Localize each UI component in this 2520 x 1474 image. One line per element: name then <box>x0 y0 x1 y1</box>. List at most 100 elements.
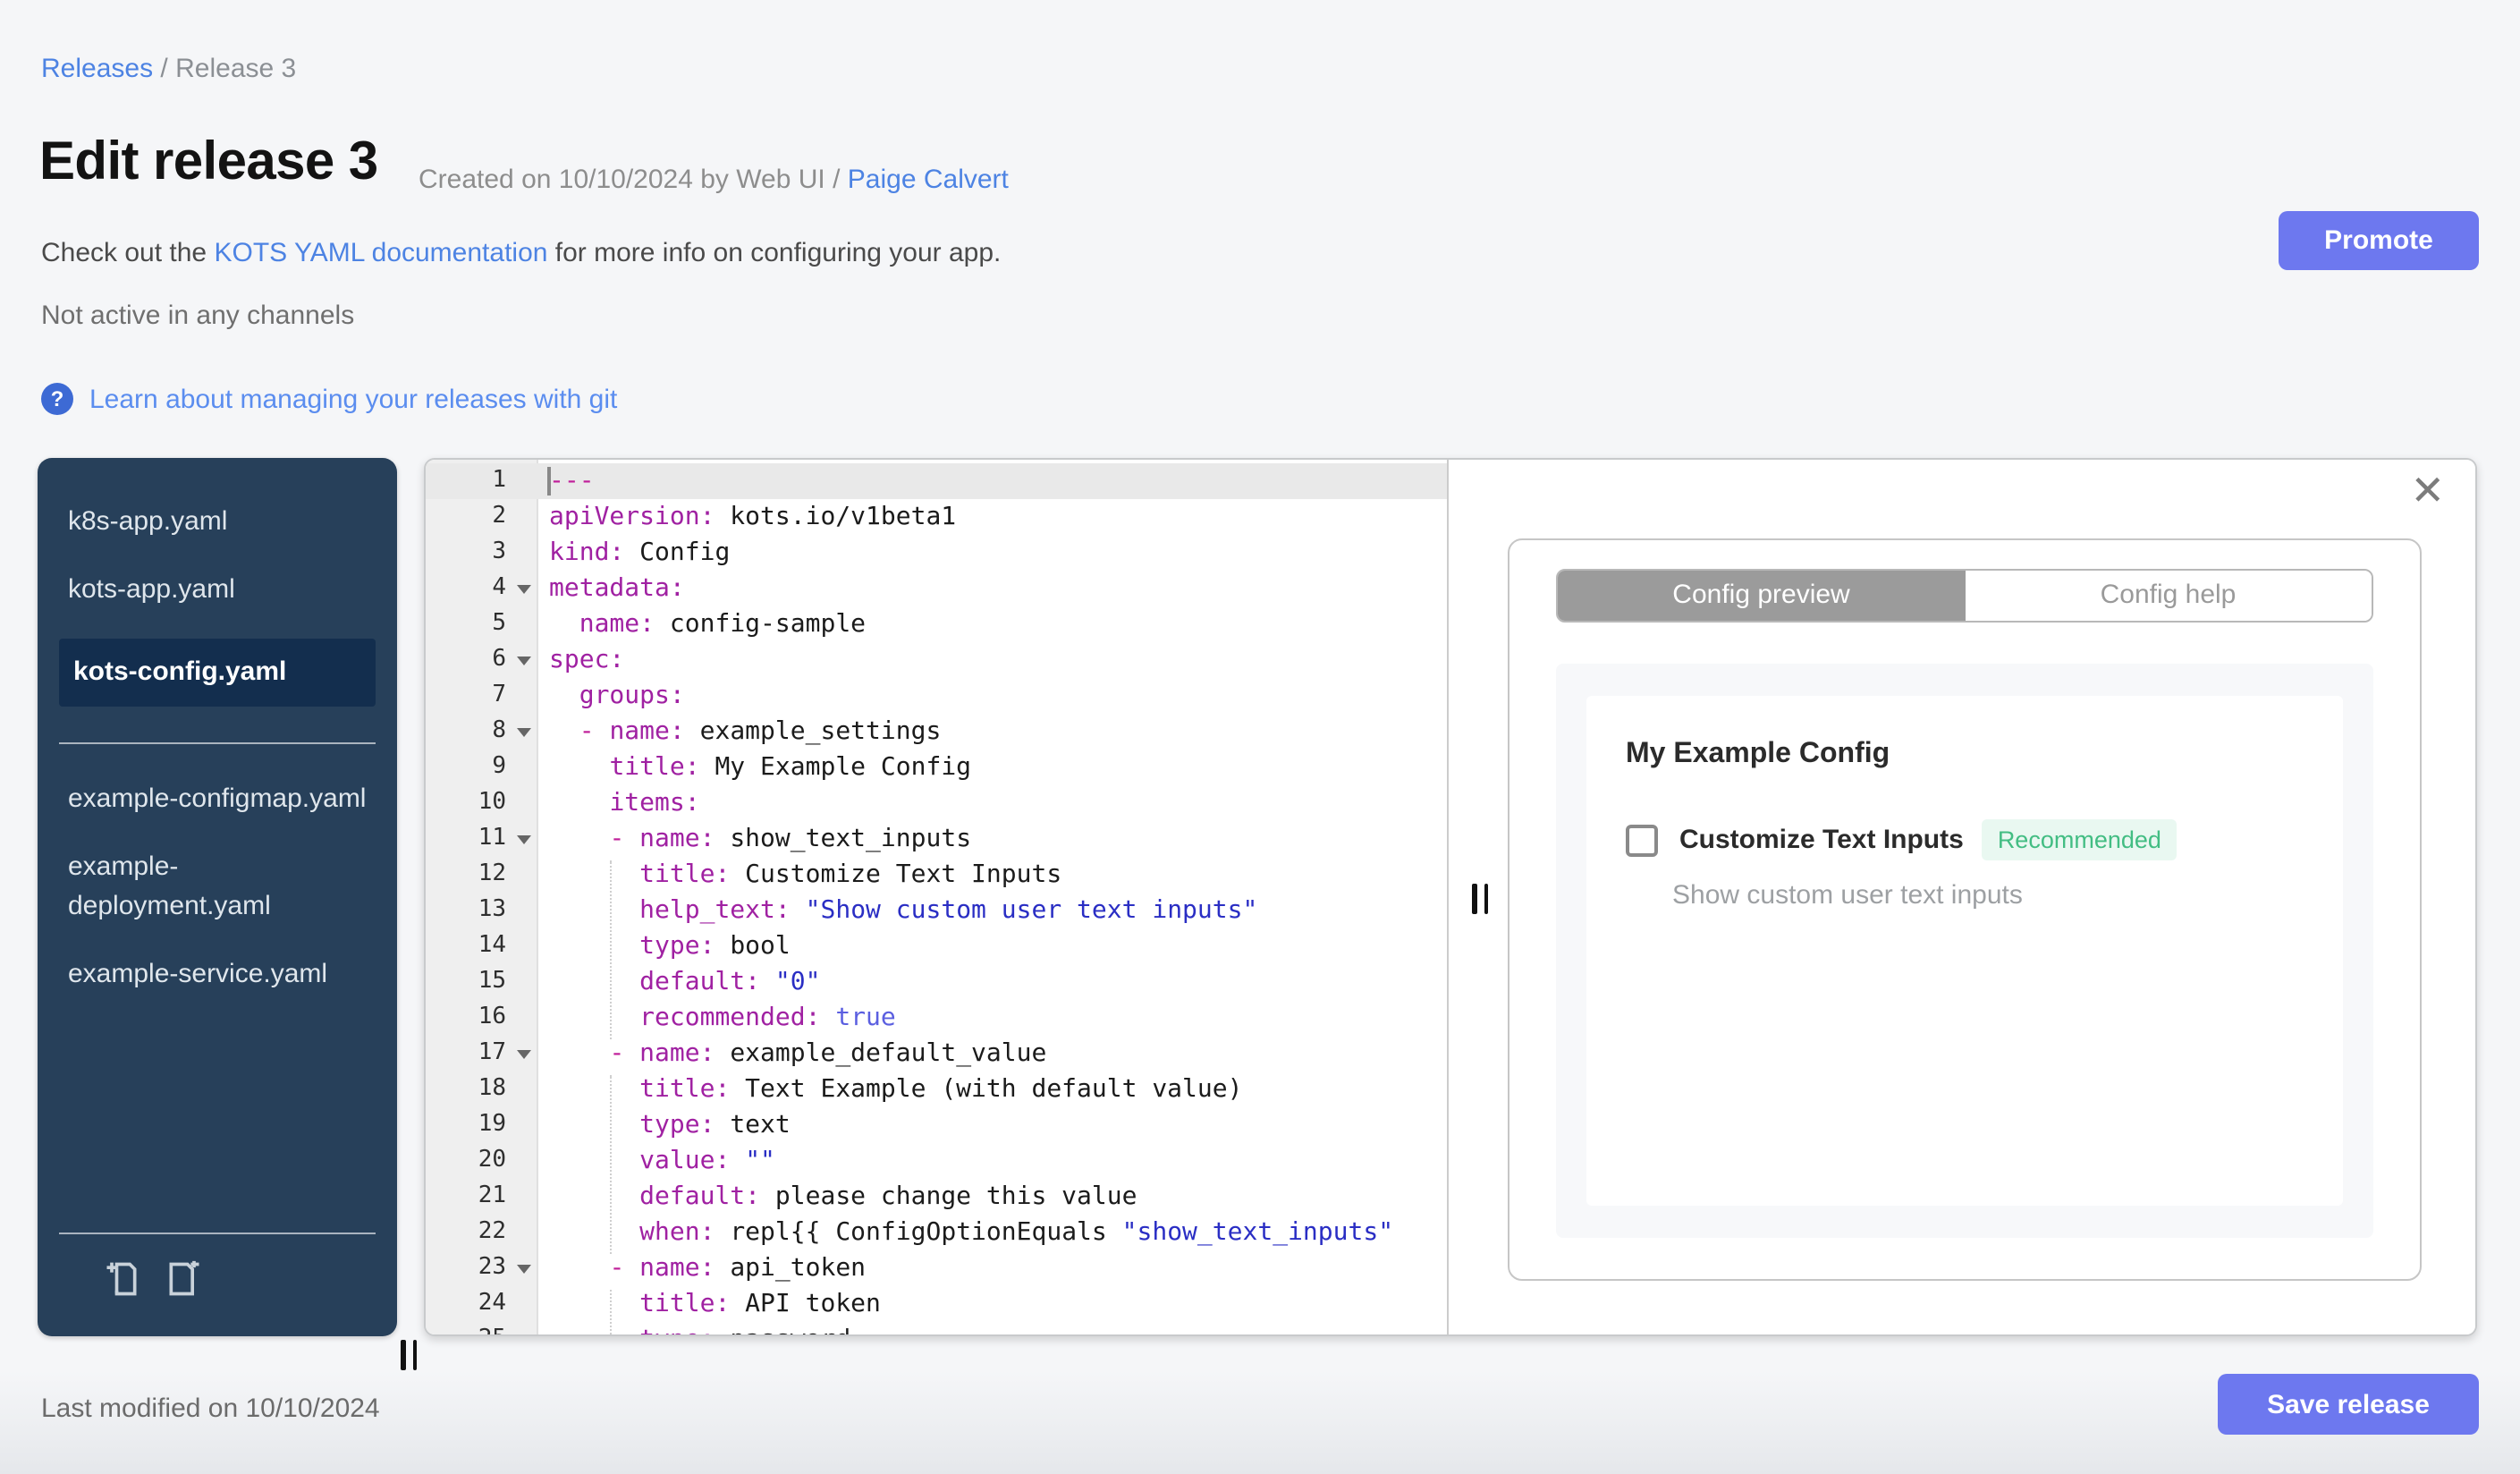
line-number: 14 <box>478 932 506 959</box>
code-line-17[interactable]: 17 - name: example_default_value <box>426 1036 1447 1072</box>
code-line-20[interactable]: 20 value: "" <box>426 1143 1447 1179</box>
editor-shell: 1 --- 2 apiVersion: kots.io/v1beta1 3 kind: C… <box>424 458 2477 1336</box>
save-release-button[interactable]: Save release <box>2218 1374 2479 1435</box>
code-line-18[interactable]: 18 title: Text Example (with default val… <box>426 1072 1447 1107</box>
code-line-22[interactable]: 22 when: repl{{ ConfigOptionEquals "show… <box>426 1215 1447 1250</box>
line-number: 1 <box>492 467 506 494</box>
fold-arrow-icon[interactable] <box>517 728 531 737</box>
indent-guide <box>610 860 612 1039</box>
line-number: 18 <box>478 1075 506 1102</box>
close-icon[interactable]: ✕ <box>2410 467 2445 516</box>
sidebar-resize-handle[interactable] <box>401 1340 417 1370</box>
upload-file-icon[interactable] <box>102 1259 141 1308</box>
code-line-16[interactable]: 16 recommended: true <box>426 1000 1447 1036</box>
customize-text-inputs-checkbox[interactable] <box>1626 824 1658 856</box>
channel-status: Not active in any channels <box>41 301 355 331</box>
tab-config-preview[interactable]: Config preview <box>1558 571 1965 621</box>
config-item-label: Customize Text Inputs <box>1679 825 1964 855</box>
recommended-badge: Recommended <box>1981 819 2178 860</box>
code-line-6[interactable]: 6 spec: <box>426 642 1447 678</box>
docs-before: Check out the <box>41 238 215 268</box>
tab-config-help[interactable]: Config help <box>1965 571 2372 621</box>
release-workspace: k8s-app.yaml kots-app.yaml kots-config.yam… <box>0 458 2520 1370</box>
line-number: 5 <box>492 610 506 637</box>
code-line-12[interactable]: 12 title: Customize Text Inputs <box>426 857 1447 893</box>
code-line-15[interactable]: 15 default: "0" <box>426 964 1447 1000</box>
config-item-row: Customize Text Inputs Recommended <box>1626 819 2343 860</box>
line-number: 20 <box>478 1147 506 1173</box>
created-line: Created on 10/10/2024 by Web UI / Paige … <box>419 165 1009 195</box>
fold-arrow-icon[interactable] <box>517 1265 531 1274</box>
code-line-2[interactable]: 2 apiVersion: kots.io/v1beta1 <box>426 499 1447 535</box>
fold-arrow-icon[interactable] <box>517 657 531 665</box>
code-line-10[interactable]: 10 items: <box>426 785 1447 821</box>
code-line-19[interactable]: 19 type: text <box>426 1107 1447 1143</box>
line-number: 23 <box>426 1250 537 1286</box>
file-item-k8s-app-yaml[interactable]: k8s-app.yaml <box>38 503 397 542</box>
code-line-14[interactable]: 14 type: bool <box>426 928 1447 964</box>
fold-arrow-icon[interactable] <box>517 835 531 844</box>
code-line-11[interactable]: 11 - name: show_text_inputs <box>426 821 1447 857</box>
line-number: 9 <box>492 753 506 780</box>
code-line-25[interactable]: 25 type: password <box>426 1322 1447 1334</box>
code-line-9[interactable]: 9 title: My Example Config <box>426 750 1447 785</box>
docs-line: Check out the KOTS YAML documentation fo… <box>41 238 1001 268</box>
line-number: 6 <box>426 642 537 678</box>
fold-arrow-icon[interactable] <box>517 585 531 594</box>
file-item-example-service-yaml[interactable]: example-service.yaml <box>38 955 397 995</box>
breadcrumb-current: Release 3 <box>175 54 297 84</box>
code-line-4[interactable]: 4 metadata: <box>426 571 1447 606</box>
line-number: 4 <box>426 571 537 606</box>
line-number: 19 <box>478 1111 506 1138</box>
config-preview-card: Config preview Config help My Example Con… <box>1508 538 2422 1281</box>
created-author-link[interactable]: Paige Calvert <box>848 165 1009 195</box>
config-group: My Example Config Customize Text Inputs … <box>1586 696 2343 1206</box>
file-item-example-deployment-yaml[interactable]: example-deployment.yaml <box>38 848 397 927</box>
file-item-example-configmap-yaml[interactable]: example-configmap.yaml <box>38 780 397 819</box>
docs-after: for more info on configuring your app. <box>547 238 1002 268</box>
code-line-24[interactable]: 24 title: API token <box>426 1286 1447 1322</box>
config-group-title: My Example Config <box>1626 739 1890 769</box>
new-file-icon[interactable] <box>165 1259 204 1308</box>
line-number: 21 <box>478 1182 506 1209</box>
line-number: 8 <box>426 714 537 750</box>
page: Releases / Release 3 Edit release 3 Crea… <box>0 0 2520 1474</box>
promote-button[interactable]: Promote <box>2279 211 2479 270</box>
code-line-23[interactable]: 23 - name: api_token <box>426 1250 1447 1286</box>
line-number: 13 <box>478 896 506 923</box>
line-number: 7 <box>492 682 506 708</box>
indent-guide <box>610 1075 612 1254</box>
fold-arrow-icon[interactable] <box>517 1050 531 1059</box>
file-item-kots-config-yaml[interactable]: kots-config.yaml <box>59 639 376 707</box>
code-line-3[interactable]: 3 kind: Config <box>426 535 1447 571</box>
code-line-7[interactable]: 7 groups: <box>426 678 1447 714</box>
line-number: 25 <box>426 1322 537 1334</box>
breadcrumb-releases-link[interactable]: Releases <box>41 54 153 84</box>
code-line-21[interactable]: 21 default: please change this value <box>426 1179 1447 1215</box>
yaml-code-editor[interactable]: 1 --- 2 apiVersion: kots.io/v1beta1 3 kind: C… <box>426 460 1447 1334</box>
question-icon: ? <box>41 383 73 415</box>
file-item-kots-app-yaml[interactable]: kots-app.yaml <box>38 571 397 610</box>
line-number: 15 <box>478 968 506 995</box>
line-number: 2 <box>492 503 506 529</box>
config-preview-panel: ✕ Config preview Config help My Example C… <box>1447 460 2475 1334</box>
code-line-8[interactable]: 8 - name: example_settings <box>426 714 1447 750</box>
git-help-link[interactable]: Learn about managing your releases with … <box>89 384 617 414</box>
line-number: 17 <box>426 1036 537 1072</box>
text-cursor <box>547 467 551 496</box>
kots-yaml-docs-link[interactable]: KOTS YAML documentation <box>214 238 547 268</box>
git-help-row[interactable]: ? Learn about managing your releases wit… <box>41 383 617 415</box>
line-number: 11 <box>426 821 537 857</box>
line-number: 24 <box>478 1290 506 1317</box>
last-modified: Last modified on 10/10/2024 <box>41 1394 380 1424</box>
code-line-13[interactable]: 13 help_text: "Show custom user text inp… <box>426 893 1447 928</box>
code-line-5[interactable]: 5 name: config-sample <box>426 606 1447 642</box>
preview-resize-handle[interactable] <box>1472 884 1488 914</box>
preview-tabs: Config preview Config help <box>1556 569 2373 623</box>
line-number: 22 <box>478 1218 506 1245</box>
file-tree-actions <box>38 1233 397 1336</box>
line-number: 3 <box>492 538 506 565</box>
indent-guide <box>610 1290 612 1334</box>
code-line-1[interactable]: 1 --- <box>426 463 1447 499</box>
line-number: 12 <box>478 860 506 887</box>
